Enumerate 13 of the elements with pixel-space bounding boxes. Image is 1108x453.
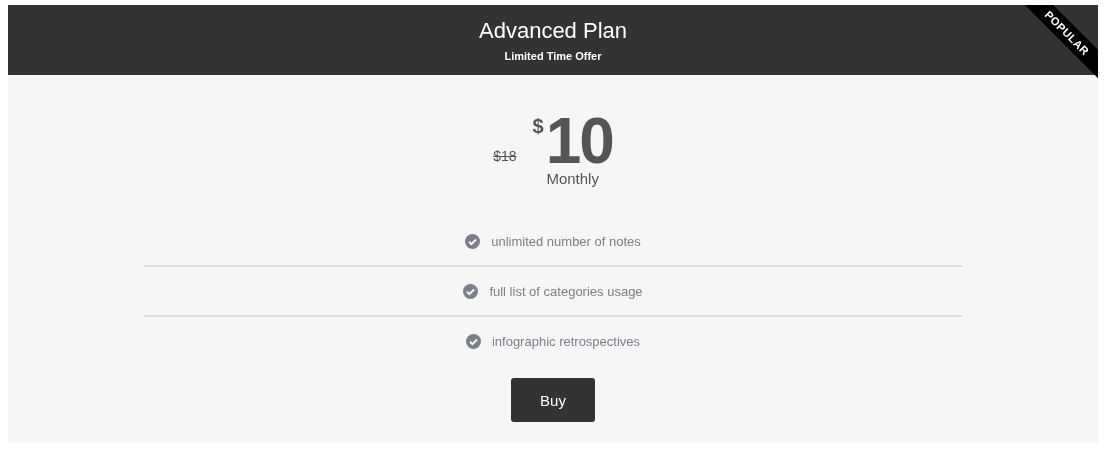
check-icon	[463, 283, 479, 299]
check-icon	[465, 233, 481, 249]
check-icon	[465, 333, 481, 349]
old-price: $18	[493, 148, 517, 164]
billing-period: Monthly	[546, 170, 599, 187]
price-amount: 10	[545, 111, 613, 171]
feature-text: infographic retrospectives	[491, 333, 641, 349]
buy-button[interactable]: Buy	[511, 378, 595, 422]
plan-title: Advanced Plan	[479, 18, 627, 44]
feature-text: unlimited number of notes	[491, 233, 641, 249]
feature-text: full list of categories usage	[489, 283, 643, 299]
plan-subtitle: Limited Time Offer	[504, 50, 602, 62]
currency-symbol: $	[532, 115, 544, 138]
